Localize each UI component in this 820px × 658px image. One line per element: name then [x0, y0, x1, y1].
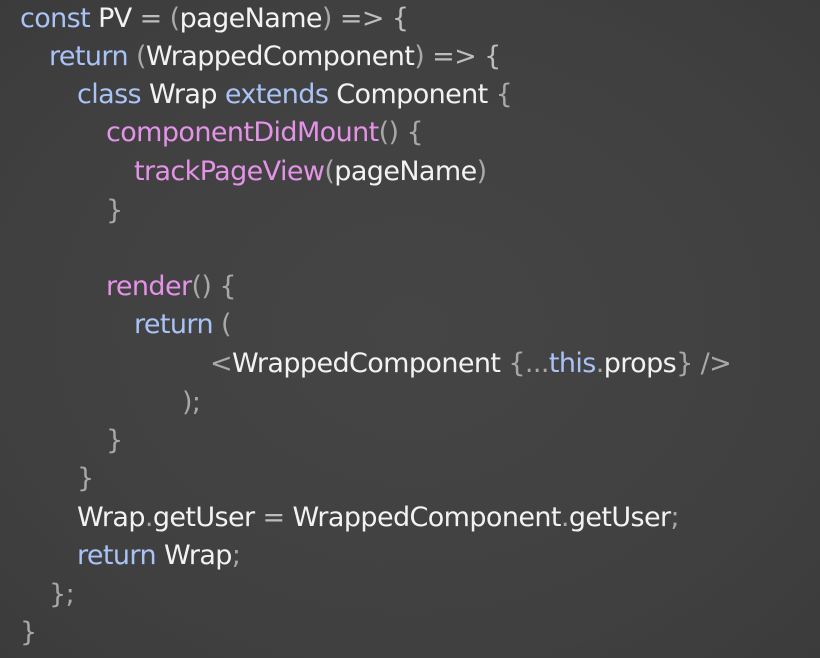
punctuation-token: } — [106, 195, 123, 226]
code-line: trackPageView(pageName) — [134, 153, 487, 191]
punctuation-token: () { — [191, 271, 236, 302]
code-line: return Wrap; — [77, 537, 241, 575]
punctuation-token: ) — [476, 156, 488, 187]
punctuation-token: < — [210, 348, 233, 379]
punctuation-token: ( — [127, 41, 147, 72]
operator-token: = — [262, 502, 286, 533]
keyword-token: return — [77, 540, 157, 571]
code-line: Wrap.getUser = WrappedComponent.getUser; — [77, 499, 680, 537]
punctuation-token: {... — [508, 348, 549, 379]
operator-token: = — [139, 3, 163, 34]
identifier-token: getUser — [152, 502, 263, 533]
function-token: componentDidMount — [106, 117, 379, 148]
punctuation-token: ); — [182, 387, 201, 418]
punctuation-token: } /> — [676, 348, 732, 379]
operator-token: => { — [424, 41, 501, 72]
punctuation-token: ) — [321, 3, 333, 34]
keyword-token: this — [548, 348, 596, 379]
punctuation-token: } — [77, 463, 94, 494]
identifier-token: pageName — [334, 156, 477, 187]
punctuation-token: . — [560, 502, 570, 533]
punctuation-token: . — [595, 348, 605, 379]
code-line: } — [20, 614, 37, 652]
code-line: componentDidMount() { — [106, 114, 424, 152]
identifier-token: Wrap — [141, 79, 225, 110]
function-token: trackPageView — [134, 156, 325, 187]
code-line: <WrappedComponent {...this.props} /> — [210, 345, 732, 383]
identifier-token: WrappedComponent — [145, 41, 415, 72]
keyword-token: class — [77, 79, 142, 110]
code-line: } — [106, 192, 123, 230]
punctuation-token: () { — [378, 117, 424, 148]
punctuation-token: }; — [49, 579, 75, 610]
code-line: render() { — [106, 268, 237, 306]
code-editor: const PV = (pageName) => { return (Wrapp… — [20, 0, 810, 658]
code-line: }; — [49, 576, 75, 614]
code-line: ); — [182, 384, 201, 422]
punctuation-token: . — [144, 502, 154, 533]
identifier-token: WrappedComponent — [284, 502, 562, 533]
punctuation-token: ; — [231, 540, 241, 571]
punctuation-token: ( — [161, 3, 181, 34]
keyword-token: extends — [224, 79, 329, 110]
identifier-token: Wrap — [77, 502, 145, 533]
identifier-token: WrappedComponent — [232, 348, 509, 379]
code-line: } — [77, 460, 94, 498]
identifier-token: pageName — [179, 3, 323, 34]
code-line: } — [106, 422, 123, 460]
keyword-token: return — [134, 309, 214, 340]
identifier-token: Component — [328, 79, 496, 110]
punctuation-token: ( — [212, 309, 232, 340]
identifier-token: Wrap — [155, 540, 232, 571]
identifier-token: props — [603, 348, 677, 379]
operator-token: => { — [331, 3, 409, 34]
code-line: class Wrap extends Component { — [77, 76, 513, 114]
punctuation-token: } — [20, 617, 37, 648]
code-line: const PV = (pageName) => { — [20, 0, 409, 38]
function-token: render — [106, 271, 192, 302]
punctuation-token: ; — [670, 502, 680, 533]
punctuation-token: } — [106, 425, 123, 456]
keyword-token: const — [20, 3, 91, 34]
punctuation-token: ( — [324, 156, 335, 187]
identifier-token: PV — [90, 3, 140, 34]
keyword-token: return — [49, 41, 129, 72]
code-line: return (WrappedComponent) => { — [49, 38, 501, 76]
identifier-token: getUser — [568, 502, 671, 533]
punctuation-token: { — [495, 79, 513, 110]
code-line: return ( — [134, 306, 231, 344]
punctuation-token: ) — [414, 41, 425, 72]
